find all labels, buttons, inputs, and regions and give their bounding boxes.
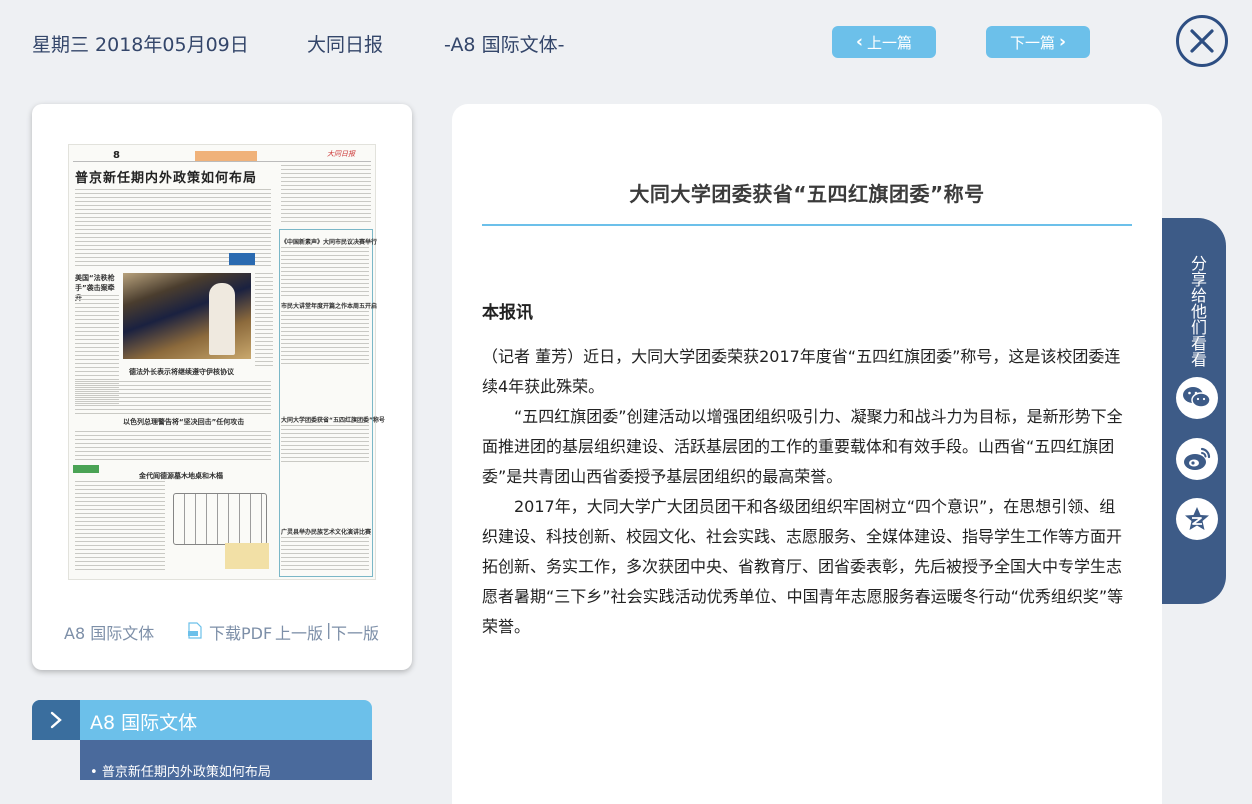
thumbnail-headline: 德法外长表示将继续遵守伊核协议 xyxy=(129,368,234,376)
article-paragraph: “五四红旗团委”创建活动以增强团组织吸引力、凝聚力和战斗力为目标，是新形势下全面… xyxy=(482,407,1123,486)
thumbnail-text-block xyxy=(281,311,369,367)
thumbnail-badge xyxy=(73,465,99,473)
thumbnail-section-band xyxy=(195,151,257,161)
section-header[interactable]: A8 国际文体 xyxy=(32,700,372,740)
next-article-button[interactable]: 下一篇 › xyxy=(986,26,1090,58)
share-wechat-button[interactable] xyxy=(1176,377,1218,419)
article-list-item-label: 普京新任期内外政策如何布局 xyxy=(101,765,271,780)
chevron-right-icon: › xyxy=(1059,32,1067,52)
article-body: （记者 董芳）近日，大同大学团委荣获2017年度省“五四红旗团委”称号，这是该校… xyxy=(482,342,1130,642)
next-article-label: 下一篇 xyxy=(1009,33,1055,52)
thumbnail-text-block xyxy=(75,431,271,463)
article-paragraph: （记者 董芳）近日，大同大学团委荣获2017年度省“五四红旗团委”称号，这是该校… xyxy=(482,347,1121,396)
newspaper-page-thumbnail[interactable]: 8 大同日报 普京新任期内外政策如何布局 美国“法秩枪手”袭击案牵升 德法外长表… xyxy=(68,144,385,580)
thumbnail-text-block xyxy=(75,381,271,415)
thumbnail-page-number: 8 xyxy=(113,150,120,161)
thumbnail-photo xyxy=(123,273,251,359)
thumbnail-text-block xyxy=(255,273,273,369)
thumbnail-headline-main: 普京新任期内外政策如何布局 xyxy=(75,171,258,186)
thumbnail-text-block xyxy=(281,537,369,571)
thumbnail-headline: 广灵县举办民族艺术文化演讲比赛 xyxy=(281,529,372,536)
thumbnail-text-block xyxy=(281,425,369,465)
share-qzone-button[interactable] xyxy=(1176,498,1218,540)
section-toggle[interactable] xyxy=(32,700,80,740)
qzone-icon xyxy=(1185,507,1209,530)
chevron-left-icon: ‹ xyxy=(855,32,863,52)
thumbnail-text-block xyxy=(75,481,165,573)
thumbnail-ad xyxy=(225,543,269,569)
thumbnail-illustration xyxy=(173,493,267,545)
thumbnail-headline: 以色列总理警告将“坚决回击”任何攻击 xyxy=(123,418,245,426)
share-weibo-button[interactable] xyxy=(1176,438,1218,480)
weibo-icon xyxy=(1184,447,1211,470)
page-preview-card: 8 大同日报 普京新任期内外政策如何布局 美国“法秩枪手”袭击案牵升 德法外长表… xyxy=(32,104,412,670)
thumbnail-badge xyxy=(229,253,255,265)
thumbnail-masthead: 8 大同日报 xyxy=(73,149,371,162)
chevron-right-icon xyxy=(50,711,62,729)
thumbnail-text-block xyxy=(281,247,369,297)
prev-article-label: 上一篇 xyxy=(867,33,913,52)
article-byline: 本报讯 xyxy=(482,303,533,323)
prev-page-link[interactable]: 上一版 xyxy=(275,620,323,644)
prev-article-button[interactable]: ‹ 上一篇 xyxy=(832,26,936,58)
article-title: 大同大学团委获省“五四红旗团委”称号 xyxy=(629,182,985,206)
pdf-icon xyxy=(188,622,202,639)
page-label: A8 国际文体 xyxy=(64,624,155,643)
wechat-icon xyxy=(1183,387,1211,408)
share-label: 分享给他们看看 xyxy=(1188,255,1207,367)
newspaper-name: 大同日报 xyxy=(307,34,384,56)
thumbnail-text-block xyxy=(281,165,371,223)
thumbnail-headline: 金代阎德源墓木地桌和木榻 xyxy=(139,472,223,480)
article-paragraph: 2017年，大同大学广大团员团干和各级团组织牢固树立“四个意识”，在思想引领、组… xyxy=(482,497,1124,636)
download-pdf-link[interactable]: 下载PDF xyxy=(209,620,272,644)
title-divider xyxy=(482,224,1132,226)
thumbnail-headline: 大同大学团委获省“五四红旗团委”称号 xyxy=(281,417,385,424)
close-icon xyxy=(1190,29,1214,53)
page-section-label: -A8 国际文体- xyxy=(444,34,565,56)
issue-date: 星期三 2018年05月09日 xyxy=(32,34,249,56)
section-article-list: • 普京新任期内外政策如何布局 xyxy=(80,740,372,780)
thumbnail-headline: 市民大讲堂年度开篇之作本周五开启 xyxy=(281,303,378,310)
article-list-item[interactable]: • 普京新任期内外政策如何布局 xyxy=(90,761,271,780)
thumbnail-headline: 《中国新素声》大同市民议决赛举行 xyxy=(281,239,378,246)
article-panel: 大同大学团委获省“五四红旗团委”称号 本报讯 （记者 董芳）近日，大同大学团委荣… xyxy=(452,104,1162,804)
thumbnail-logo: 大同日报 xyxy=(327,150,355,158)
section-title: A8 国际文体 xyxy=(90,712,198,734)
next-page-link[interactable]: 下一版 xyxy=(331,620,379,644)
close-button[interactable] xyxy=(1176,15,1228,67)
